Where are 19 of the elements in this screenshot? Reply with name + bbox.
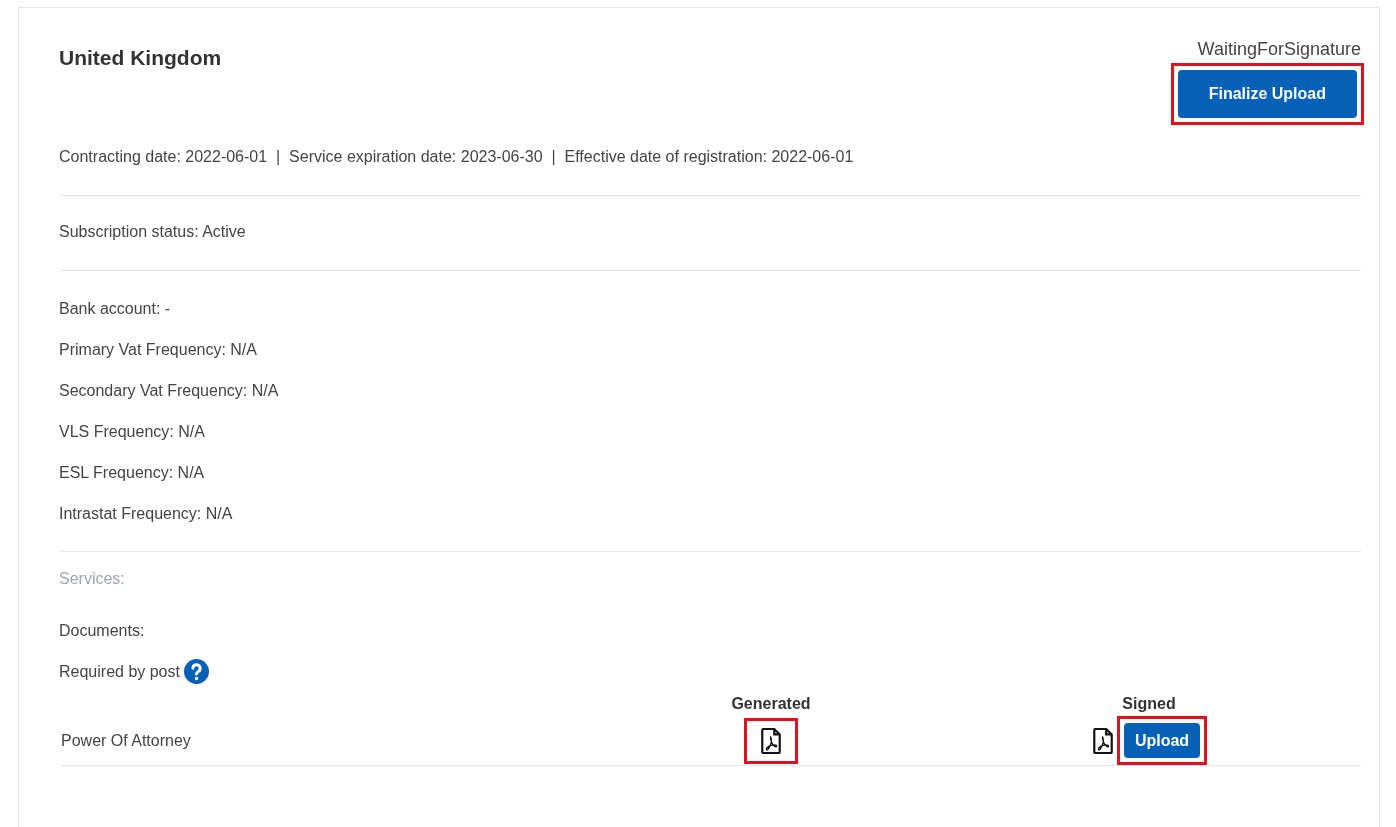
finalize-upload-button[interactable]: Finalize Upload [1177, 70, 1357, 118]
detail-text: Intrastat Frequency: N/A [59, 504, 234, 524]
detail-text: Secondary Vat Frequency: N/A [59, 381, 280, 401]
status-text: WaitingForSignature [1197, 38, 1361, 61]
detail-text: VLS Frequency: N/A [59, 422, 206, 442]
detail-text: ESL Frequency: N/A [59, 463, 206, 483]
detail-text: Bank account: - [59, 299, 172, 319]
services-label: Services: [59, 569, 126, 589]
column-header: Signed [1121, 694, 1177, 714]
dates-text: Contracting date: 2022-06-01 | Service expiration date: 2023-06-30 | Effective date of registration: 2022-06-01 [59, 147, 855, 167]
document-name: Power Of Attorney [60, 730, 192, 751]
documents-label: Documents: [59, 621, 146, 641]
detail-text: Primary Vat Frequency: N/A [59, 340, 258, 360]
card-title: United Kingdom [59, 45, 222, 71]
column-header: Generated [730, 694, 812, 714]
upload-button[interactable]: Upload [1123, 723, 1201, 759]
subscription-status: Subscription status: Active [59, 222, 247, 242]
required-by-post-label: Required by post [59, 661, 180, 682]
help-icon[interactable] [183, 659, 209, 684]
